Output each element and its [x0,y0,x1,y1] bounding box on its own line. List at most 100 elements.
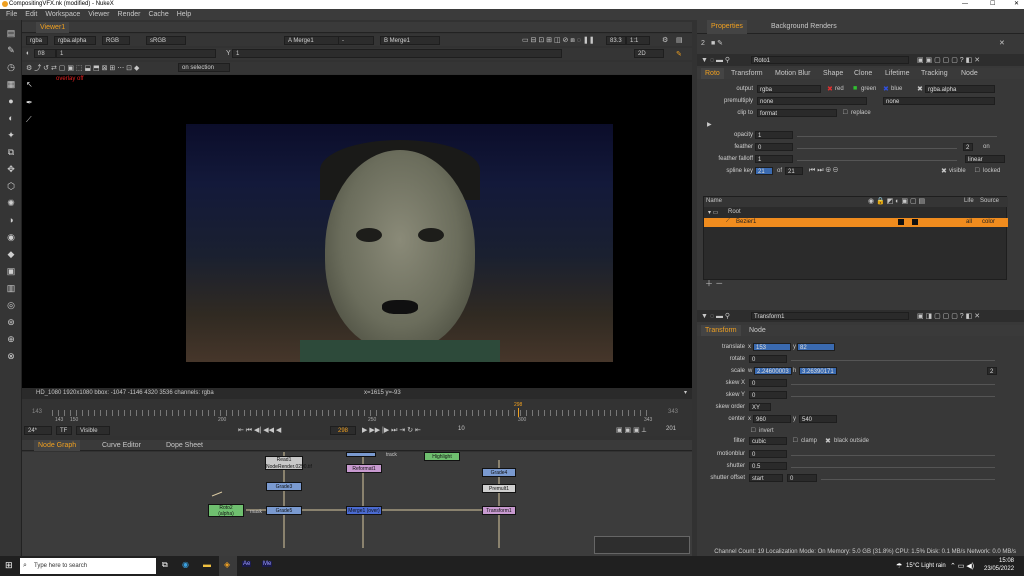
time-tools-icon[interactable]: ◷ [5,62,17,72]
other-tools-icon[interactable]: ▥ [5,283,17,293]
task-view-icon[interactable]: ⧉ [162,560,168,570]
viewer-toggle-icons[interactable]: ▭ ⊟ ⊡ ⊞ ◫ ⊘ ⧈ ◌ ❚❚ [522,36,595,45]
center-y-field[interactable]: 540 [799,415,837,423]
node-merge1[interactable]: Merge1 (over) [346,506,382,515]
rotate-field[interactable]: 0 [749,355,787,363]
media-encoder-icon[interactable]: Me [262,561,273,567]
transport-controls-right[interactable]: ▶ ▶▶ |▶ ⏭ ⇥ ↻ ⇤ [362,426,421,435]
end-frame-field[interactable]: 201 [666,426,676,432]
blue-checkbox[interactable]: ✖ [883,85,889,93]
node-transform1[interactable]: Transform1 [482,506,516,515]
keyer-tools-icon[interactable]: ✦ [5,130,17,140]
furnace-tools-icon[interactable]: ◎ [5,300,17,310]
channels-dropdown[interactable]: rgba [26,36,48,45]
collapse-icon[interactable]: ▼ ◌ ▬ ⚲ [701,56,730,64]
bezier-color-swatch[interactable] [898,219,904,225]
roto1-name-field[interactable]: Roto1 [751,56,909,64]
shutter-offset-slider[interactable] [821,479,995,480]
image-tools-icon[interactable]: ▤ [5,28,17,38]
tab-roto[interactable]: Roto [701,68,724,79]
ratio-dropdown[interactable]: 1:1 [626,36,650,45]
shutter-offset-dropdown[interactable]: start [749,474,783,482]
colorspace-dropdown[interactable]: RGB [102,36,130,45]
menu-render[interactable]: Render [118,11,141,18]
tab-shape[interactable]: Shape [819,68,847,79]
spline-key-nav-icons[interactable]: ⏮ ⏭ ⊕ ⊖ [809,167,838,175]
tab-lifetime[interactable]: Lifetime [881,68,914,79]
menu-edit[interactable]: Edit [25,11,37,18]
shape-row-root[interactable]: ▾ ▭ Root [704,209,1008,218]
premultiply2-dropdown[interactable]: none [883,97,995,105]
shutter-field[interactable]: 0.5 [749,462,787,470]
tab-background-renders[interactable]: Background Renders [767,20,841,34]
zoom-field[interactable]: 83.3 [606,36,626,45]
rotate-slider[interactable] [791,360,995,361]
node-highlight[interactable]: Highlight [424,452,460,461]
node-read1[interactable]: Read1 NodeRender.0290.tif [265,456,312,470]
tab-node[interactable]: Node [957,68,982,79]
step-value[interactable]: 10 [458,426,465,432]
skew-y-slider[interactable] [791,396,995,397]
black-outside-checkbox[interactable]: ✖ [825,437,831,445]
node-reformat1[interactable]: Reformat1 [346,464,382,473]
invert-checkbox[interactable]: □ [751,427,755,434]
node-grade5[interactable]: Grade5 [266,506,302,515]
gamma-slider[interactable]: 1 [232,49,562,58]
spline-key-field[interactable]: 21 [755,167,773,175]
maximize-icon[interactable]: ☐ [990,0,995,9]
shape-row-bezier1[interactable]: ⟋ Bezier1 all color [704,218,1008,227]
menu-help[interactable]: Help [177,11,191,18]
bezier-overlay-swatch[interactable] [912,219,918,225]
current-frame-field[interactable]: 298 [330,426,356,435]
plugins-tools-icon[interactable]: ⊗ [5,351,17,361]
locked-checkbox[interactable]: □ [975,167,979,174]
skew-x-field[interactable]: 0 [749,379,787,387]
clock-date[interactable]: 23/05/2022 [984,566,1014,572]
proxy-mode-dropdown[interactable]: on selection [178,63,230,72]
tab-tracking[interactable]: Tracking [917,68,952,79]
brush-tool-icon[interactable]: ⟋ [26,115,32,125]
shutter-slider[interactable] [791,467,995,468]
tab-viewer1[interactable]: Viewer1 [36,22,70,33]
composite-dropdown[interactable]: - [338,36,374,45]
flipbook-icons[interactable]: ▣ ▣ ▣ ⟂ [616,426,646,435]
frame-step-slider[interactable]: 1 [56,49,216,58]
tab-curve-editor[interactable]: Curve Editor [98,440,145,451]
input-a-dropdown[interactable]: A Merge1 [284,36,344,45]
properties-toolbar-icons[interactable]: ■ ✎ [711,39,723,47]
skew-y-field[interactable]: 0 [749,391,787,399]
fstop-field[interactable]: f/8 [34,49,56,58]
clamp-checkbox[interactable]: □ [793,437,797,444]
tab-node-graph[interactable]: Node Graph [34,440,81,451]
scale-count[interactable]: 2 [987,367,997,375]
input-b-dropdown[interactable]: B Merge1 [380,36,440,45]
feather-on-label[interactable]: on [983,144,990,150]
ofx-tools-icon[interactable]: ⊛ [5,317,17,327]
center-x-field[interactable]: 960 [753,415,791,423]
scale-h-field[interactable]: 3.26390171 [799,367,837,375]
filter-dropdown[interactable]: cubic [749,437,787,445]
bezier-tool-icon[interactable]: ✒ [26,98,33,107]
motionblur-slider[interactable] [791,455,995,456]
lut-dropdown[interactable]: sRGB [146,36,186,45]
tab-clone[interactable]: Clone [850,68,876,79]
start-icon[interactable]: ⊞ [5,560,13,571]
green-checkbox[interactable]: ■ [853,85,857,92]
explorer-icon[interactable]: ▬ [203,560,211,569]
replace-checkbox[interactable]: □ [843,109,847,116]
tab-transform-node[interactable]: Node [745,325,770,336]
after-effects-icon[interactable]: Ae [242,561,252,567]
views-tools-icon[interactable]: ◉ [5,232,17,242]
paint-icon[interactable]: ✎ [676,50,682,58]
translate-y-field[interactable]: 82 [797,343,835,351]
red-checkbox[interactable]: ✖ [827,85,833,93]
menu-viewer[interactable]: Viewer [88,11,109,18]
frame-ruler[interactable] [52,410,652,416]
menu-cache[interactable]: Cache [148,11,168,18]
expand-arrow-icon[interactable]: ▶ [707,121,712,128]
node-above-reformat[interactable] [346,452,376,457]
deep-tools-icon[interactable]: ◑ [5,215,17,225]
tab-properties[interactable]: Properties [707,20,747,34]
feather-on-count[interactable]: 2 [963,143,973,151]
node-premult1[interactable]: Premult1 [482,484,516,493]
